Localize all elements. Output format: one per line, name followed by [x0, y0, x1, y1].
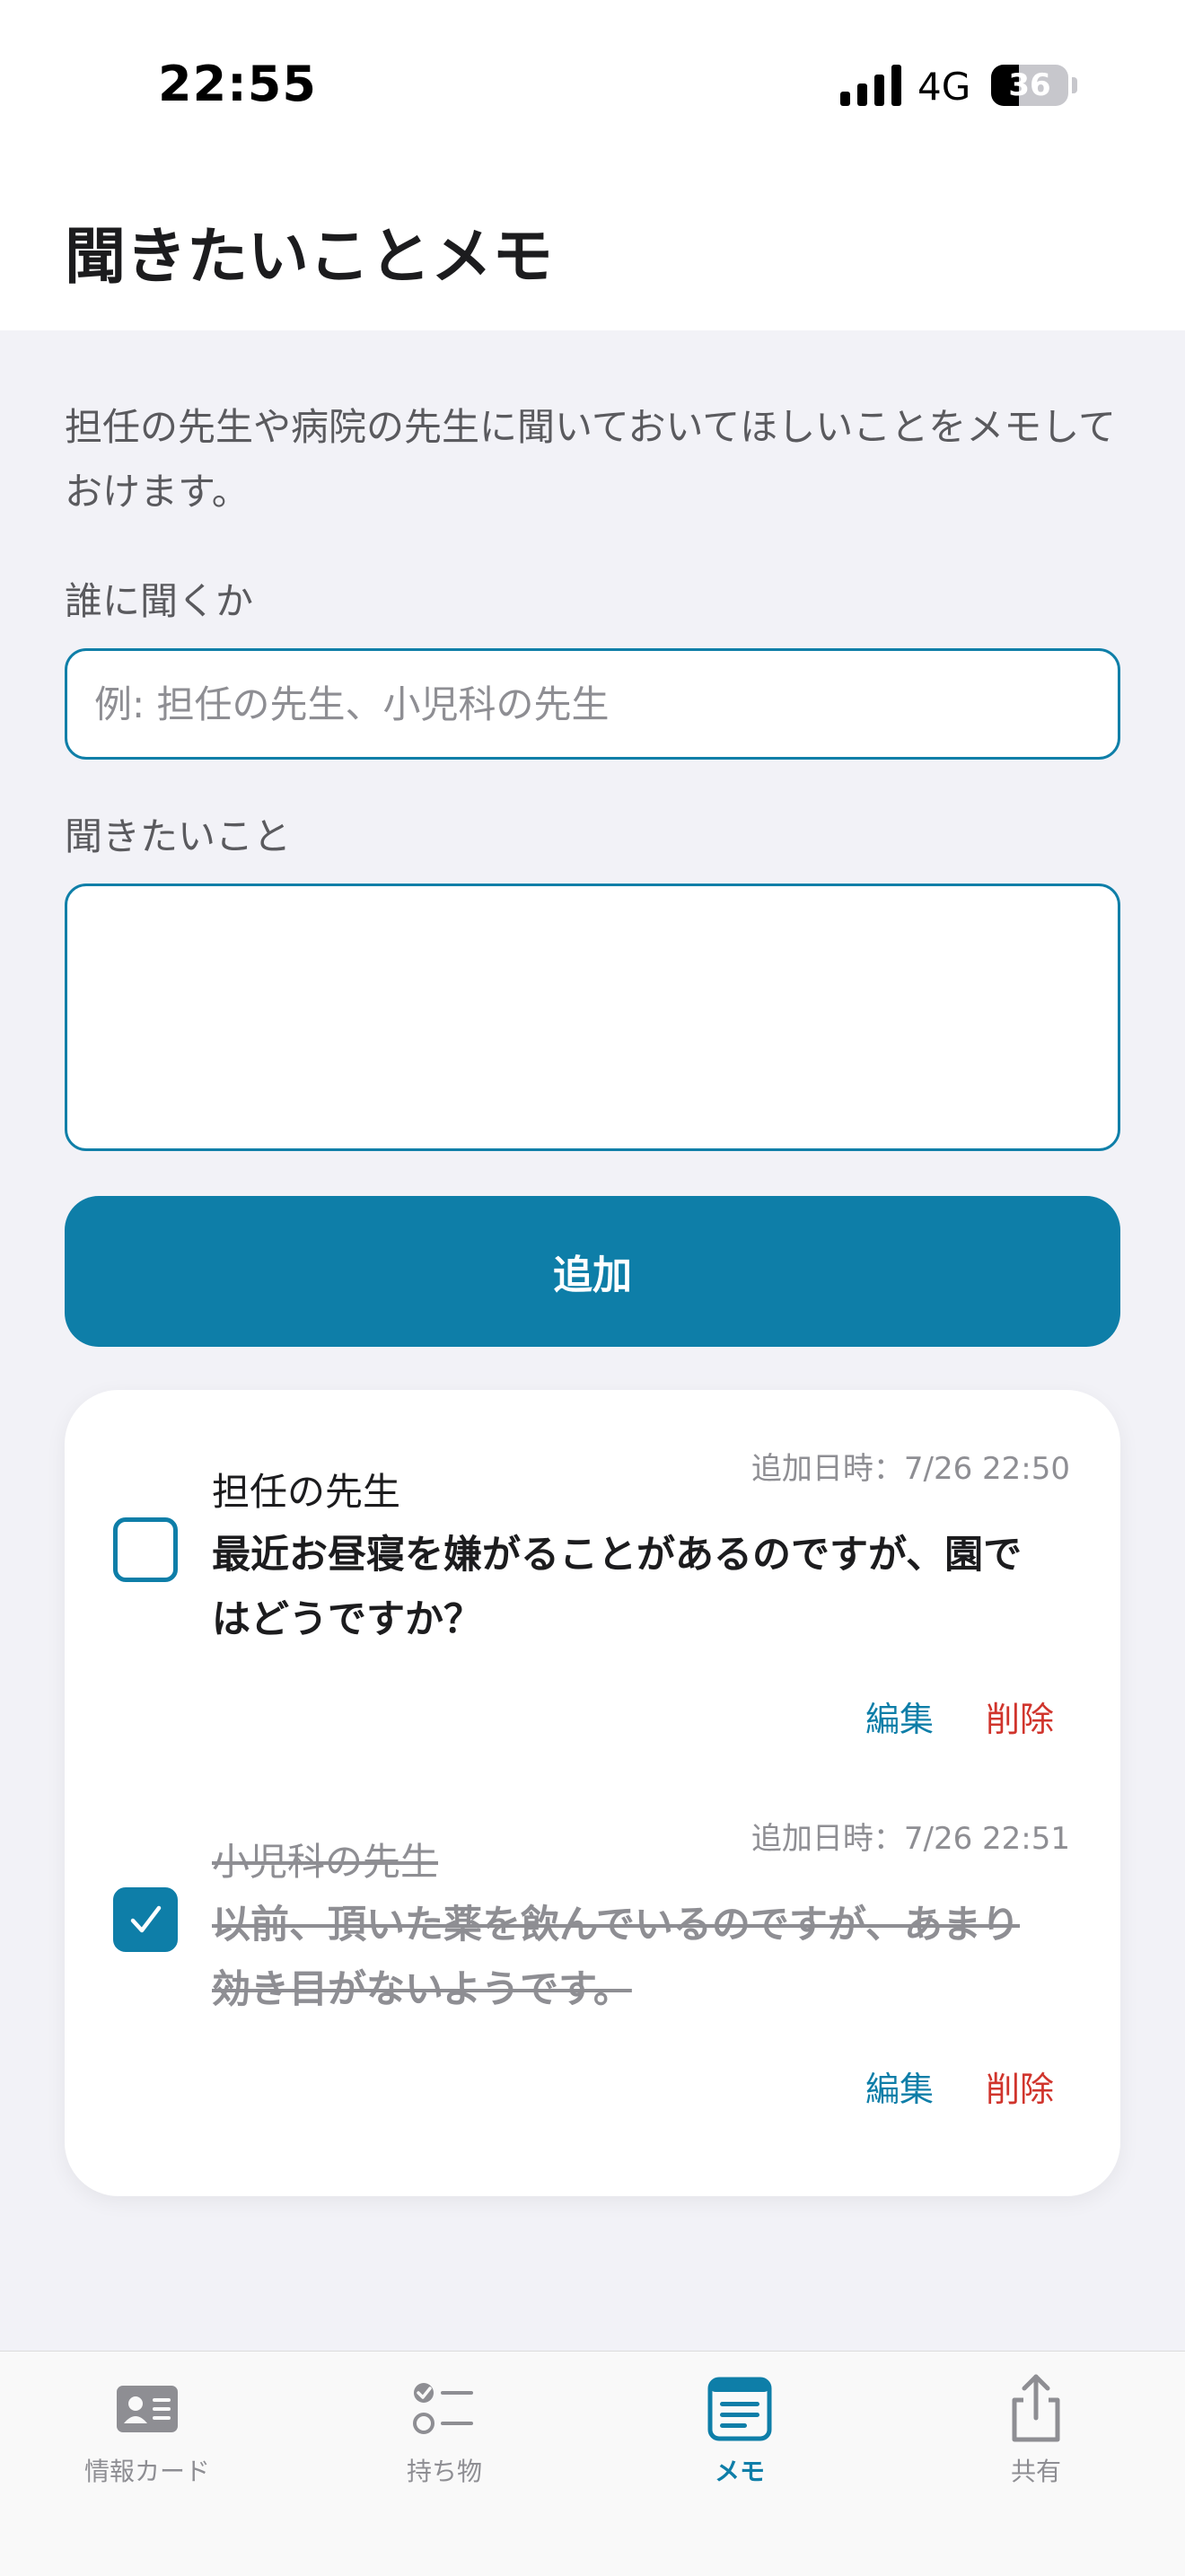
battery-icon: 36 [991, 65, 1077, 106]
memo-checkbox[interactable] [113, 1887, 178, 1952]
who-input[interactable] [65, 648, 1120, 760]
header-area: 22:55 4G 36 聞きたいことメモ [0, 0, 1185, 330]
tab-label: 持ち物 [406, 2457, 482, 2486]
memo-date: 追加日時：7/26 22:51 [750, 1821, 1070, 1857]
question-input[interactable] [65, 884, 1120, 1151]
tab-share[interactable]: 共有 [946, 2373, 1126, 2508]
battery-level: 36 [1008, 67, 1051, 103]
add-button[interactable]: 追加 [65, 1196, 1120, 1347]
tab-info-card[interactable]: 情報カード [57, 2373, 237, 2508]
share-icon [1012, 2374, 1060, 2442]
memo-date: 追加日時：7/26 22:50 [750, 1451, 1070, 1487]
page-description: 担任の先生や病院の先生に聞いておいてほしいことをメモしておけます。 [65, 405, 1116, 514]
status-time: 22:55 [158, 56, 317, 112]
tab-label: 情報カード [83, 2457, 210, 2486]
memo-list: 追加日時：7/26 22:50 担任の先生 最近お昼寝を嫌がることがあるのですが… [65, 1390, 1120, 2196]
edit-button[interactable]: 編集 [865, 2062, 934, 2111]
question-label: 聞きたいこと [65, 814, 292, 858]
tab-label: メモ [714, 2457, 765, 2486]
memo-recipient: 小児科の先生 [212, 1840, 439, 1884]
checklist-icon [413, 2383, 473, 2434]
page-title: 聞きたいことメモ [65, 222, 554, 293]
memo-recipient: 担任の先生 [212, 1470, 401, 1514]
memo-item: 追加日時：7/26 22:51 小児科の先生 以前、頂いた薬を飲んでいるのですが… [65, 1814, 1120, 2173]
delete-button[interactable]: 削除 [986, 1692, 1054, 1741]
tab-bar: 情報カード 持ち物 メモ 共有 [0, 2351, 1185, 2576]
memo-item: 追加日時：7/26 22:50 担任の先生 最近お昼寝を嫌がることがあるのですが… [65, 1444, 1120, 1803]
signal-icon [840, 65, 901, 106]
delete-button[interactable]: 削除 [986, 2062, 1054, 2111]
edit-button[interactable]: 編集 [865, 1692, 934, 1741]
id-card-icon [117, 2386, 178, 2432]
memo-checkbox[interactable] [113, 1517, 178, 1582]
tab-belongings[interactable]: 持ち物 [355, 2373, 534, 2508]
tab-label: 共有 [1010, 2457, 1061, 2486]
who-label: 誰に聞くか [65, 579, 254, 623]
tab-memo[interactable]: メモ [650, 2373, 830, 2508]
memo-text: 最近お昼寝を嫌がることがあるのですが、園ではどうですか？ [212, 1533, 1023, 1642]
memo-icon [707, 2377, 772, 2441]
memo-text: 以前、頂いた薬を飲んでいるのですが、あまり効き目がないようです。 [212, 1903, 1020, 2012]
network-type: 4G [917, 65, 971, 109]
checkmark-icon [130, 1905, 162, 1933]
